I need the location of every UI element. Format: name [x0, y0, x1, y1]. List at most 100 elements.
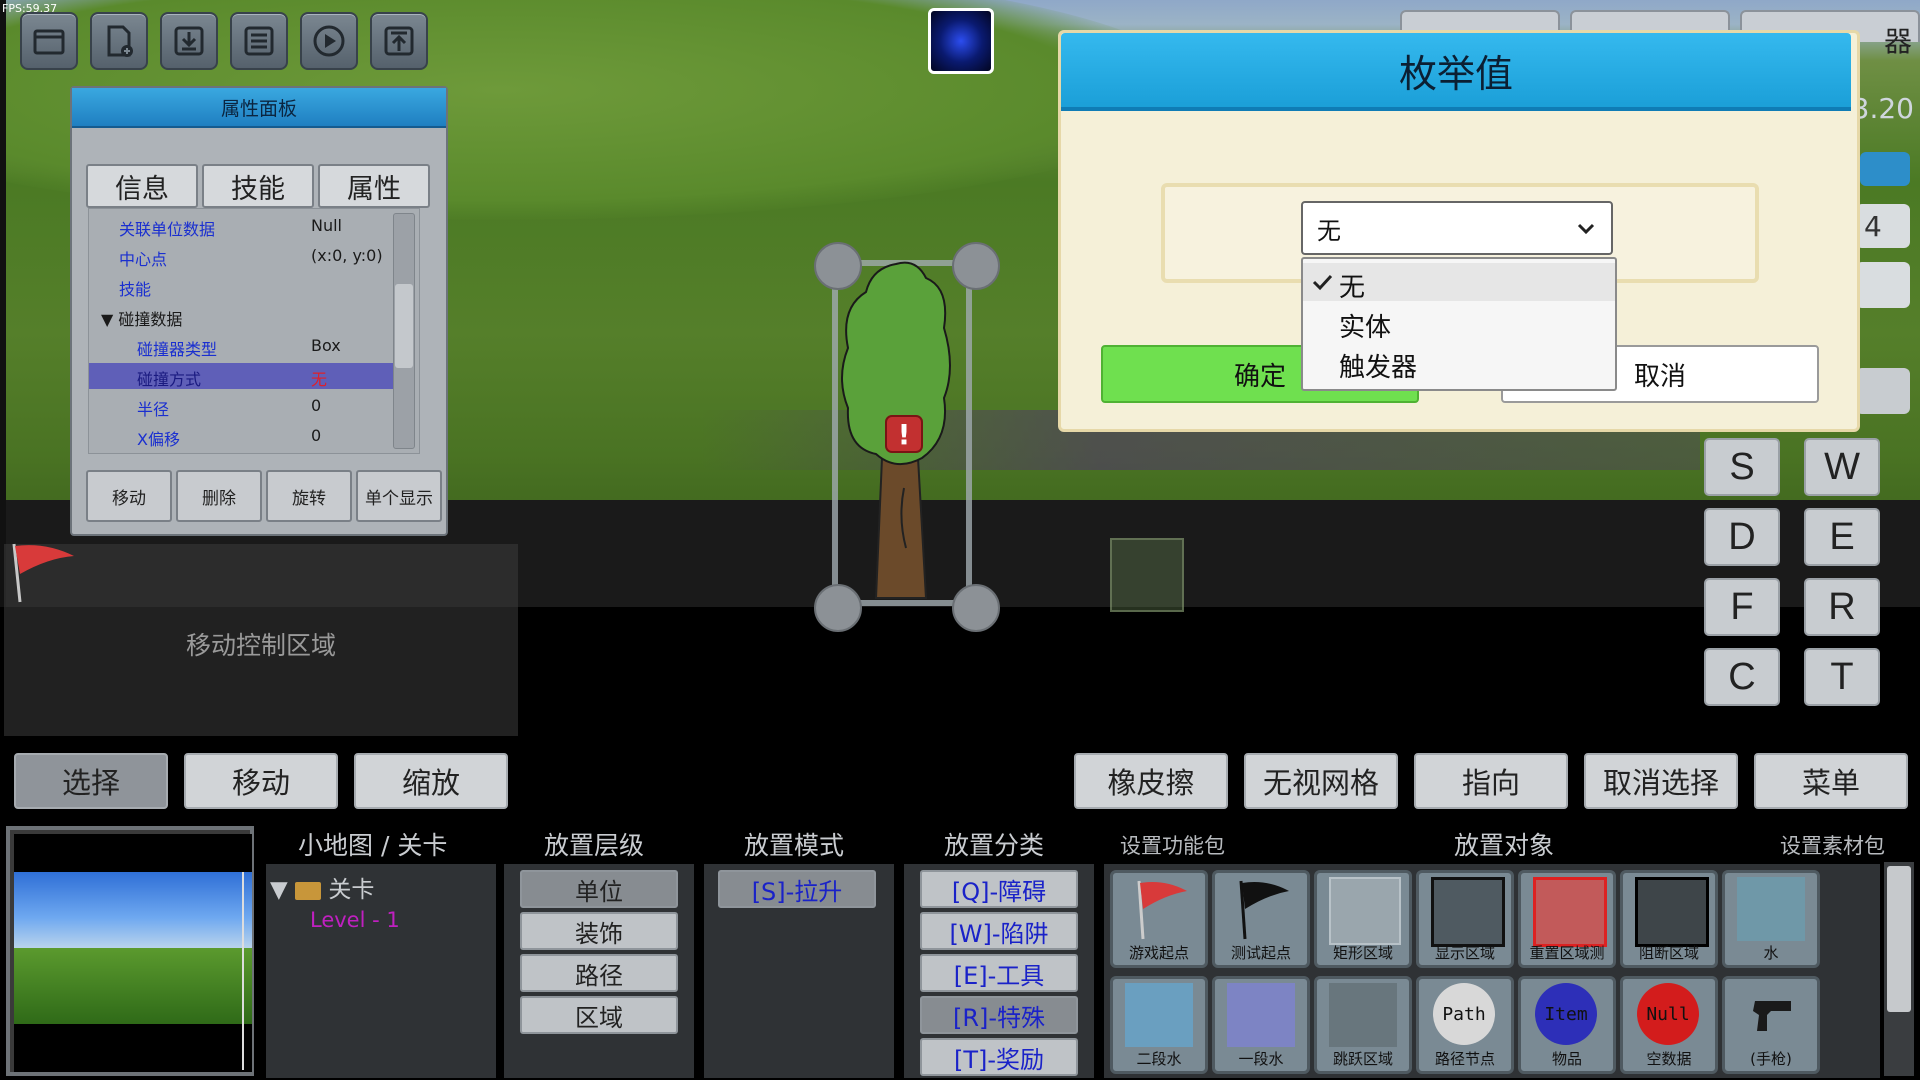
property-row[interactable]: X偏移 0 [89, 423, 399, 449]
property-row[interactable]: 中心点 (x:0, y:0) [89, 243, 399, 269]
new-file-button[interactable] [90, 12, 148, 70]
scroll-thumb[interactable] [395, 284, 413, 368]
object-water-2[interactable]: 二段水 [1110, 976, 1208, 1074]
property-group-collision[interactable]: ▼ 碰撞数据 [89, 303, 399, 329]
side-box-2[interactable] [1856, 262, 1910, 308]
property-row[interactable]: 碰撞器类型 Box [89, 333, 399, 359]
import-button[interactable] [160, 12, 218, 70]
resize-handle-top-right[interactable] [952, 242, 1000, 290]
object-label: 跳跃区域 [1332, 1050, 1393, 1068]
selected-tree-object[interactable]: ! [814, 242, 1000, 632]
null-data-icon-text: Null [1646, 1003, 1690, 1025]
object-display-area[interactable]: 显示区域 [1416, 870, 1514, 968]
option-none[interactable]: 无 [1303, 263, 1615, 303]
red-flag-icon [1137, 880, 1187, 940]
resize-handle-bottom-left[interactable] [814, 584, 862, 632]
save-icon [244, 26, 274, 56]
key-r-button[interactable]: R [1804, 578, 1880, 636]
side-box-3[interactable] [1856, 368, 1910, 414]
func-pack-title: 设置功能包 [1120, 834, 1225, 858]
mode-stretch-button[interactable]: [S]-拉升 [718, 870, 876, 908]
key-f-button[interactable]: F [1704, 578, 1780, 636]
enum-dropdown[interactable]: 无 [1301, 201, 1613, 255]
object-item[interactable]: Item 物品 [1518, 976, 1616, 1074]
rotate-object-button[interactable]: 旋转 [266, 470, 352, 522]
option-solid[interactable]: 实体 [1303, 303, 1615, 343]
object-rect-area[interactable]: 矩形区域 [1314, 870, 1412, 968]
object-game-start[interactable]: 游戏起点 [1110, 870, 1208, 968]
expand-arrow-icon: ▼ [270, 877, 288, 903]
level-folder[interactable]: ▼ 关卡 [270, 870, 374, 904]
deselect-button[interactable]: 取消选择 [1584, 753, 1738, 809]
key-t-button[interactable]: T [1804, 648, 1880, 706]
play-button[interactable] [300, 12, 358, 70]
resize-handle-top-left[interactable] [814, 242, 862, 290]
property-row[interactable]: 半径 0 [89, 393, 399, 419]
resize-handle-bottom-right[interactable] [952, 584, 1000, 632]
move-object-button[interactable]: 移动 [86, 470, 172, 522]
object-label: (手枪) [1750, 1050, 1792, 1068]
object-pistol[interactable]: (手枪) [1722, 976, 1820, 1074]
category-trap-button[interactable]: [W]-陷阱 [920, 912, 1078, 950]
side-box-1[interactable]: 4 [1856, 204, 1910, 248]
property-scrollbar[interactable] [393, 213, 415, 449]
objects-scrollbar[interactable] [1884, 862, 1914, 1076]
property-key: 碰撞方式 [137, 370, 202, 389]
property-list[interactable]: 关联单位数据 Null 中心点 (x:0, y:0) 技能 ▼ 碰撞数据 碰撞器类型… [88, 208, 420, 454]
object-water[interactable]: 水 [1722, 870, 1820, 968]
object-reset-area[interactable]: 重置区域测 [1518, 870, 1616, 968]
object-label: 物品 [1551, 1050, 1582, 1068]
export-button[interactable] [370, 12, 428, 70]
layer-region-button[interactable]: 区域 [520, 996, 678, 1034]
minimap-viewport[interactable] [14, 872, 244, 1070]
category-special-button[interactable]: [R]-特殊 [920, 996, 1078, 1034]
tab-attributes[interactable]: 属性 [318, 164, 430, 208]
scene-edge [0, 0, 6, 607]
top-tab-label: 器 [1883, 25, 1912, 58]
delete-object-button[interactable]: 删除 [176, 470, 262, 522]
objects-scroll-thumb[interactable] [1887, 866, 1911, 1012]
save-button[interactable] [230, 12, 288, 70]
block-area-icon [1635, 877, 1709, 947]
ignore-grid-button[interactable]: 无视网格 [1244, 753, 1398, 809]
object-test-start[interactable]: 测试起点 [1212, 870, 1310, 968]
key-w-button[interactable]: W [1804, 438, 1880, 496]
option-label: 触发器 [1339, 353, 1418, 383]
layer-decoration-button[interactable]: 装饰 [520, 912, 678, 950]
option-trigger[interactable]: 触发器 [1303, 343, 1615, 383]
menu-button[interactable]: 菜单 [1754, 753, 1908, 809]
character-portrait[interactable] [928, 8, 994, 74]
select-tool-button[interactable]: 选择 [14, 753, 168, 809]
move-tool-button[interactable]: 移动 [184, 753, 338, 809]
object-jump-area[interactable]: 跳跃区域 [1314, 976, 1412, 1074]
property-key: X偏移 [137, 430, 180, 449]
category-tool-button[interactable]: [E]-工具 [920, 954, 1078, 992]
property-row[interactable]: 技能 [89, 273, 399, 299]
single-display-button[interactable]: 单个显示 [356, 470, 442, 522]
minimap-top [14, 834, 252, 872]
object-block-area[interactable]: 阻断区域 [1620, 870, 1718, 968]
object-water-1[interactable]: 一段水 [1212, 976, 1310, 1074]
display-area-icon [1431, 877, 1505, 947]
open-folder-button[interactable] [20, 12, 78, 70]
category-obstacle-button[interactable]: [Q]-障碍 [920, 870, 1078, 908]
object-null-data[interactable]: Null 空数据 [1620, 976, 1718, 1074]
tab-info[interactable]: 信息 [86, 164, 198, 208]
layer-path-button[interactable]: 路径 [520, 954, 678, 992]
direction-button[interactable]: 指向 [1414, 753, 1568, 809]
key-d-button[interactable]: D [1704, 508, 1780, 566]
level-item[interactable]: Level - 1 [310, 908, 400, 932]
property-row[interactable]: 关联单位数据 Null [89, 213, 399, 239]
minimap[interactable] [6, 826, 254, 1076]
key-e-button[interactable]: E [1804, 508, 1880, 566]
object-path-node[interactable]: Path 路径节点 [1416, 976, 1514, 1074]
eraser-button[interactable]: 橡皮擦 [1074, 753, 1228, 809]
layer-unit-button[interactable]: 单位 [520, 870, 678, 908]
tab-skills[interactable]: 技能 [202, 164, 314, 208]
key-s-button[interactable]: S [1704, 438, 1780, 496]
property-row-selected[interactable]: 碰撞方式 无 [89, 363, 399, 389]
category-reward-button[interactable]: [T]-奖励 [920, 1038, 1078, 1076]
key-c-button[interactable]: C [1704, 648, 1780, 706]
move-control-area[interactable]: 移动控制区域 [4, 544, 518, 736]
scale-tool-button[interactable]: 缩放 [354, 753, 508, 809]
